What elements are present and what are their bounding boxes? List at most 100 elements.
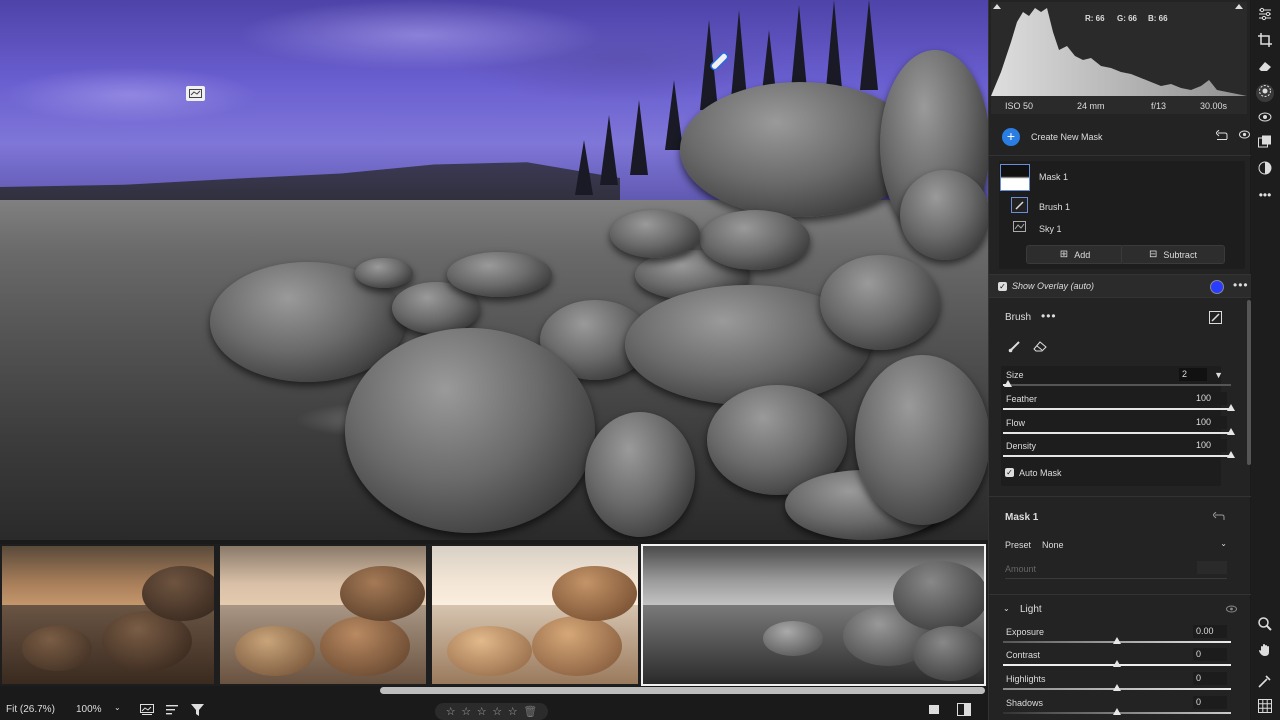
mask-1-label[interactable]: Mask 1: [1039, 172, 1068, 182]
filmstrip: [0, 544, 988, 686]
filmstrip-thumbnail[interactable]: [0, 544, 216, 686]
shadow-clipping-icon[interactable]: [993, 4, 1001, 9]
mask-1-section: Mask 1 Preset None ⌄ Amount: [989, 496, 1251, 588]
sort-icon[interactable]: [166, 704, 179, 717]
sky-pin-icon: [189, 89, 202, 98]
create-new-mask-label[interactable]: Create New Mask: [1031, 132, 1103, 142]
density-slider[interactable]: Density 100: [1003, 439, 1235, 463]
exif-iso: ISO 50: [1005, 101, 1034, 111]
flow-slider[interactable]: Flow 100: [1003, 416, 1235, 440]
color-icon[interactable]: [1256, 161, 1274, 179]
edit-panel: R: 66 G: 66 B: 66 ISO 50 24 mm f/13 30.0…: [988, 0, 1251, 720]
eye-icon[interactable]: [1226, 605, 1237, 615]
shadows-value[interactable]: 0: [1193, 696, 1227, 709]
star-rating[interactable]: ☆ ☆ ☆ ☆ ☆ 🗑: [435, 703, 548, 720]
exposure-value[interactable]: 0.00: [1193, 625, 1227, 638]
reset-masks-icon[interactable]: [1215, 129, 1228, 142]
mask-1-section-title: Mask 1: [1005, 512, 1039, 523]
tool-strip: •••: [1251, 0, 1280, 720]
add-button[interactable]: ⊞ Add: [1026, 245, 1124, 264]
sampler-icon[interactable]: [1256, 674, 1274, 692]
trash-icon[interactable]: 🗑: [523, 705, 537, 718]
brush-tool-icon[interactable]: [1008, 340, 1021, 355]
rock: [900, 170, 988, 260]
subtract-button[interactable]: ⊟ Subtract: [1121, 245, 1225, 264]
light-title[interactable]: Light: [1020, 604, 1042, 615]
zoom-icon[interactable]: [1256, 617, 1274, 635]
rock: [855, 355, 988, 525]
rock: [447, 252, 552, 297]
red-eye-icon[interactable]: [1256, 110, 1274, 128]
filter-icon[interactable]: [191, 704, 204, 718]
density-value[interactable]: 100: [1193, 439, 1227, 452]
brush-1-label[interactable]: Brush 1: [1039, 202, 1070, 212]
star-icon[interactable]: ☆: [492, 705, 502, 718]
auto-mask-checkbox[interactable]: ✓: [1005, 468, 1014, 477]
feather-slider[interactable]: Feather 100: [1003, 392, 1235, 416]
highlights-slider[interactable]: Highlights 0: [1003, 672, 1231, 696]
filmstrip-thumbnail[interactable]: [430, 544, 640, 686]
filmstrip-thumbnail[interactable]: [218, 544, 428, 686]
grid-icon[interactable]: [1256, 699, 1274, 717]
size-value[interactable]: 2: [1179, 368, 1207, 381]
sky-1-label[interactable]: Sky 1: [1039, 224, 1062, 234]
highlights-value[interactable]: 0: [1193, 672, 1227, 685]
contrast-value[interactable]: 0: [1193, 648, 1227, 661]
subtract-label: Subtract: [1163, 249, 1197, 260]
create-mask-plus-icon[interactable]: +: [1002, 128, 1020, 146]
brush-pin-icon: [710, 52, 729, 71]
hand-icon[interactable]: [1256, 643, 1274, 661]
single-view-icon[interactable]: [929, 705, 939, 714]
reset-mask-icon[interactable]: [1212, 511, 1225, 523]
eye-icon[interactable]: [1239, 130, 1250, 141]
contrast-slider[interactable]: Contrast 0: [1003, 648, 1231, 672]
compare-view-icon[interactable]: [957, 703, 971, 718]
overlay-color-swatch[interactable]: [1210, 280, 1224, 294]
crop-icon[interactable]: [1256, 33, 1274, 51]
contrast-label: Contrast: [1006, 650, 1041, 660]
masking-icon[interactable]: [1256, 84, 1274, 102]
chevron-down-icon[interactable]: ⌄: [114, 703, 121, 712]
auto-mask-label: Auto Mask: [1019, 468, 1062, 478]
fit-zoom-dropdown[interactable]: Fit (26.7%): [6, 704, 55, 715]
filmstrip-thumbnail-selected[interactable]: [641, 544, 986, 686]
feather-value[interactable]: 100: [1193, 392, 1227, 405]
star-icon[interactable]: ☆: [508, 705, 518, 718]
eraser-icon[interactable]: [1033, 340, 1047, 354]
photo-canvas[interactable]: [0, 0, 988, 540]
healing-eraser-icon[interactable]: [1256, 59, 1274, 77]
more-tools-icon[interactable]: •••: [1256, 186, 1274, 204]
filmstrip-view-icon[interactable]: [140, 704, 154, 717]
show-overlay-checkbox[interactable]: ✓: [998, 282, 1007, 291]
flow-value[interactable]: 100: [1193, 416, 1227, 429]
zoom-level-dropdown[interactable]: 100%: [76, 704, 102, 715]
shadows-slider[interactable]: Shadows 0: [1003, 696, 1231, 720]
tree: [860, 0, 878, 90]
size-slider[interactable]: Size 2 ▼: [1003, 368, 1231, 392]
highlight-clipping-icon[interactable]: [1235, 4, 1243, 9]
sky-mask-pin[interactable]: [186, 86, 205, 101]
chevron-down-icon[interactable]: ⌄: [1003, 604, 1010, 613]
filmstrip-scrollbar[interactable]: [380, 687, 985, 694]
mask-1-thumbnail[interactable]: [1000, 164, 1030, 191]
exposure-slider[interactable]: Exposure 0.00: [1003, 625, 1231, 649]
star-icon[interactable]: ☆: [446, 705, 456, 718]
preset-dropdown[interactable]: None ⌄: [1039, 537, 1227, 551]
histogram: R: 66 G: 66 B: 66 ISO 50 24 mm f/13 30.0…: [991, 2, 1247, 114]
brush-mask-pin[interactable]: [707, 49, 731, 73]
star-icon[interactable]: ☆: [461, 705, 471, 718]
brush-mode-icon[interactable]: [1209, 311, 1222, 326]
presets-icon[interactable]: [1256, 135, 1274, 153]
sky-icon[interactable]: [1013, 221, 1026, 232]
overlay-more-icon[interactable]: •••: [1233, 278, 1249, 292]
preset-label: Preset: [1005, 540, 1032, 550]
size-dropdown-icon[interactable]: ▼: [1214, 370, 1223, 380]
histogram-b-value: B: 66: [1148, 14, 1168, 23]
highlights-label: Highlights: [1006, 674, 1046, 684]
edit-icon[interactable]: [1256, 7, 1274, 25]
mask-list: Mask 1 Brush 1 Sky 1 ⊞ Add ⊟ Subtract: [989, 157, 1251, 269]
brush-more-icon[interactable]: •••: [1041, 309, 1057, 323]
tree: [630, 100, 648, 175]
brush-1-thumbnail[interactable]: [1011, 197, 1028, 213]
star-icon[interactable]: ☆: [477, 705, 487, 718]
